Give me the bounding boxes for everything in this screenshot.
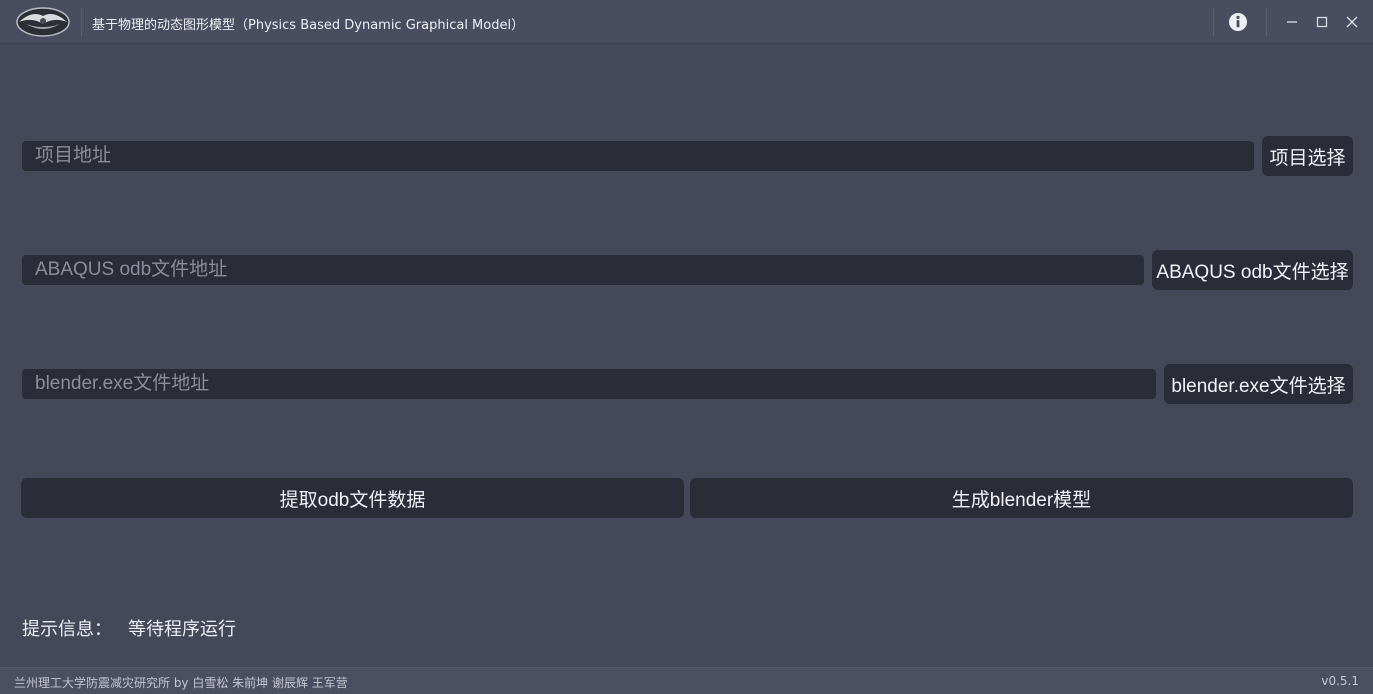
window-title: 基于物理的动态图形模型（Physics Based Dynamic Graphi… [92,18,525,33]
minimize-icon[interactable] [1280,10,1304,34]
close-icon[interactable] [1340,10,1364,34]
odb-path-input[interactable] [22,255,1144,285]
titlebar-divider [1266,8,1267,36]
status-label: 提示信息： [22,619,112,640]
project-path-input[interactable] [22,141,1254,171]
version-label: v0.5.1 [1321,674,1359,688]
logo-divider [81,8,82,36]
titlebar-divider [1213,8,1214,36]
odb-select-button[interactable]: ABAQUS odb文件选择 [1152,250,1353,290]
generate-blender-button[interactable]: 生成blender模型 [690,478,1353,518]
status-message: 等待程序运行 [128,619,236,640]
project-select-button[interactable]: 项目选择 [1262,136,1353,176]
status-footer: 兰州理工大学防震减灾研究所 by 白雪松 朱前坤 谢辰辉 王军营 v0.5.1 [0,667,1373,694]
winged-emblem-logo [16,7,70,37]
title-bar: 基于物理的动态图形模型（Physics Based Dynamic Graphi… [0,0,1373,44]
info-icon[interactable] [1228,12,1248,32]
footer-credits: 兰州理工大学防震减灾研究所 by 白雪松 朱前坤 谢辰辉 王军营 [14,676,348,690]
blender-select-button[interactable]: blender.exe文件选择 [1164,364,1353,404]
blender-path-input[interactable] [22,369,1156,399]
extract-odb-button[interactable]: 提取odb文件数据 [21,478,684,518]
maximize-icon[interactable] [1310,10,1334,34]
